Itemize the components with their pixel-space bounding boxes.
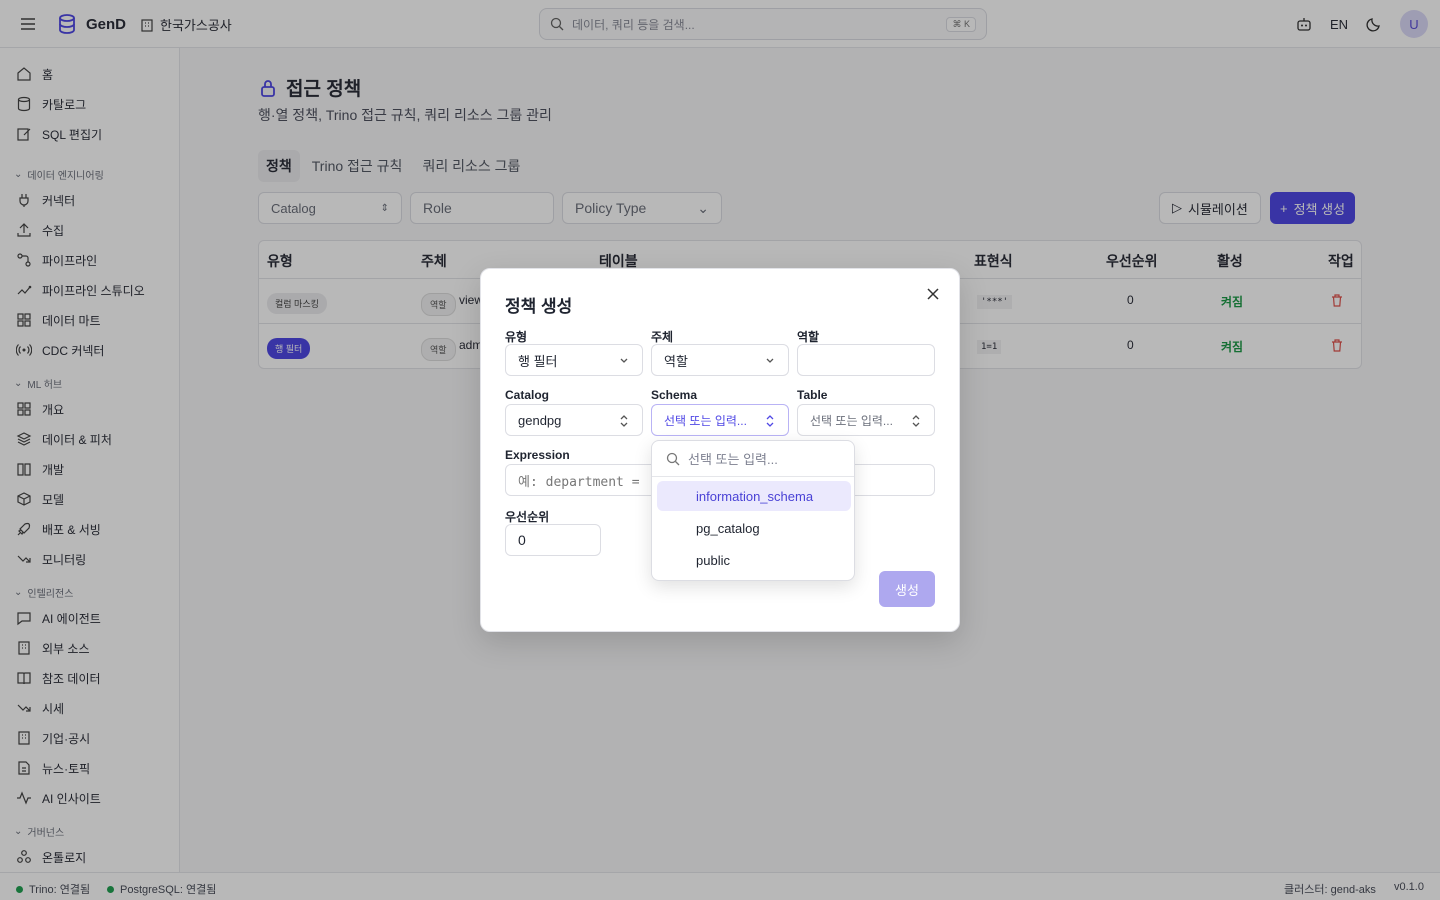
catalog-field-label: Catalog (505, 388, 550, 402)
dialog-title: 정책 생성 (505, 297, 573, 316)
table-field-label: Table (797, 388, 828, 402)
type-select[interactable]: 행 필터 (505, 344, 643, 376)
submit-button[interactable]: 생성 (879, 571, 935, 607)
schema-select-value: 선택 또는 입력... (664, 413, 747, 428)
chevrons-updown-icon (766, 415, 774, 427)
search-icon (666, 452, 680, 465)
dropdown-option[interactable]: information_schema (657, 481, 851, 511)
role-input[interactable] (797, 344, 935, 376)
chevron-down-icon (620, 358, 628, 363)
role-field-label: 역할 (797, 330, 820, 344)
priority-input[interactable]: 0 (505, 524, 601, 556)
expression-placeholder: 예: department = (518, 474, 640, 490)
chevrons-updown-icon (912, 415, 920, 427)
dropdown-search-input[interactable]: 선택 또는 입력... (652, 441, 854, 477)
catalog-select[interactable]: gendpg (505, 404, 643, 436)
dropdown-option[interactable]: public (657, 545, 851, 575)
table-select[interactable]: 선택 또는 입력... (797, 404, 935, 436)
subject-field-label: 주체 (651, 330, 674, 344)
close-icon[interactable] (925, 286, 941, 302)
schema-dropdown: 선택 또는 입력... information_schema pg_catalo… (651, 440, 855, 581)
dropdown-search-placeholder: 선택 또는 입력... (688, 452, 778, 467)
subject-select-value: 역할 (664, 353, 688, 369)
expression-field-label: Expression (505, 448, 570, 462)
schema-field-label: Schema (651, 388, 698, 402)
chevron-down-icon (766, 358, 774, 363)
chevrons-updown-icon (620, 415, 628, 427)
dropdown-option[interactable]: pg_catalog (657, 513, 851, 543)
catalog-select-value: gendpg (518, 412, 562, 428)
table-select-value: 선택 또는 입력... (810, 413, 893, 428)
schema-select[interactable]: 선택 또는 입력... (651, 404, 789, 436)
type-field-label: 유형 (505, 330, 528, 344)
type-select-value: 행 필터 (518, 353, 558, 369)
priority-field-label: 우선순위 (505, 510, 550, 524)
subject-select[interactable]: 역할 (651, 344, 789, 376)
